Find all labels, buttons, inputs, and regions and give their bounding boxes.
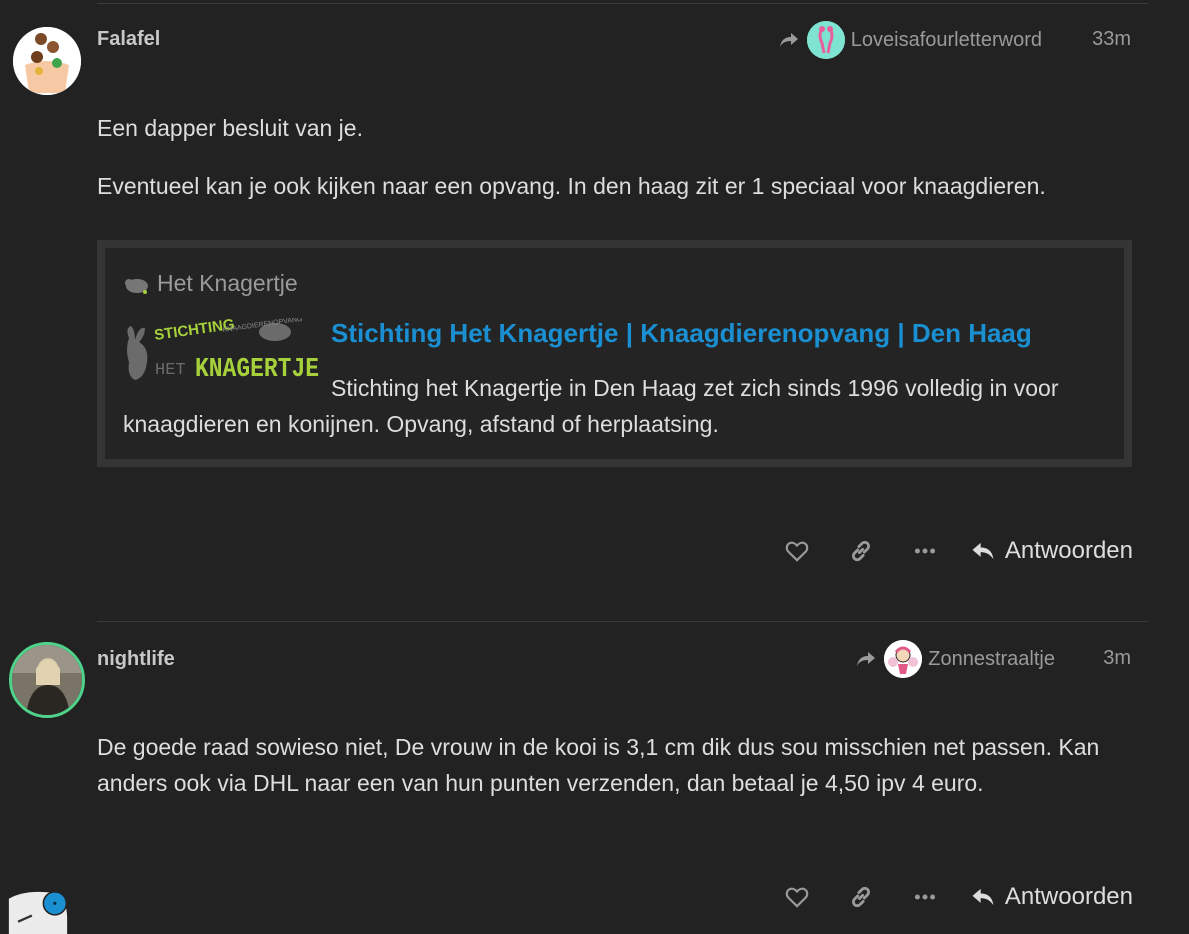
reply-to-username: Loveisafourletterword [850,28,1042,51]
post-date[interactable]: 33m [1092,28,1131,51]
avatar[interactable] [9,642,85,718]
link-icon [851,886,870,908]
share-link-button[interactable] [829,877,893,917]
post-date[interactable]: 3m [1103,647,1131,670]
floating-widget-button[interactable] [0,888,76,934]
share-arrow-icon [779,33,798,47]
post-paragraph: De goede raad sowieso niet, De vrouw in … [97,734,1100,796]
reply-to-link[interactable]: Zonnestraaltje [854,640,1055,678]
post-actions: Antwoorden [765,531,1133,571]
preview-source-name: Het Knagertje [157,270,298,296]
reply-icon [972,542,994,560]
reply-to-avatar [806,21,845,59]
post-nightlife: nightlife Zonnestraaltje 3m De goede raa… [0,621,1189,934]
link-icon [851,540,870,562]
avatar[interactable] [13,27,81,95]
username[interactable]: Falafel [97,28,160,51]
preview-source[interactable]: Het Knagertje [123,270,298,297]
post-paragraph: Een dapper besluit van je. [97,115,363,141]
more-icon [914,548,935,554]
reply-to-username: Zonnestraaltje [928,647,1055,670]
reply-label: Antwoorden [1004,883,1133,910]
post-paragraph: Eventueel kan je ook kijken naar een opv… [97,173,1046,199]
more-actions-button[interactable] [893,531,957,571]
reply-to-link[interactable]: Loveisafourletterword [777,21,1042,59]
link-preview: Het Knagertje STICHTING KNAAGDIERENOPVAN… [97,240,1132,467]
share-link-button[interactable] [829,531,893,571]
reply-button[interactable]: Antwoorden [969,537,1133,565]
rodent-favicon-icon [125,278,148,294]
post-falafel: Falafel Loveisafourletterword 33m Een da… [0,0,1189,620]
more-actions-button[interactable] [893,877,957,917]
reply-label: Antwoorden [1004,537,1133,564]
post-actions: Antwoorden [765,877,1133,917]
topic-page: Falafel Loveisafourletterword 33m Een da… [0,0,1189,934]
share-arrow-icon [857,652,876,666]
like-button[interactable] [765,531,829,571]
heart-icon [785,541,809,562]
like-button[interactable] [765,877,829,917]
heart-icon [785,887,809,908]
reply-button[interactable]: Antwoorden [969,883,1133,911]
reply-to-avatar [884,640,923,678]
reply-icon [972,888,994,906]
more-icon [914,894,935,900]
username[interactable]: nightlife [97,648,175,671]
preview-description: Stichting het Knagertje in Den Haag zet … [123,375,1059,437]
preview-title-link[interactable]: Stichting Het Knagertje | Knaagdierenopv… [331,318,1032,349]
